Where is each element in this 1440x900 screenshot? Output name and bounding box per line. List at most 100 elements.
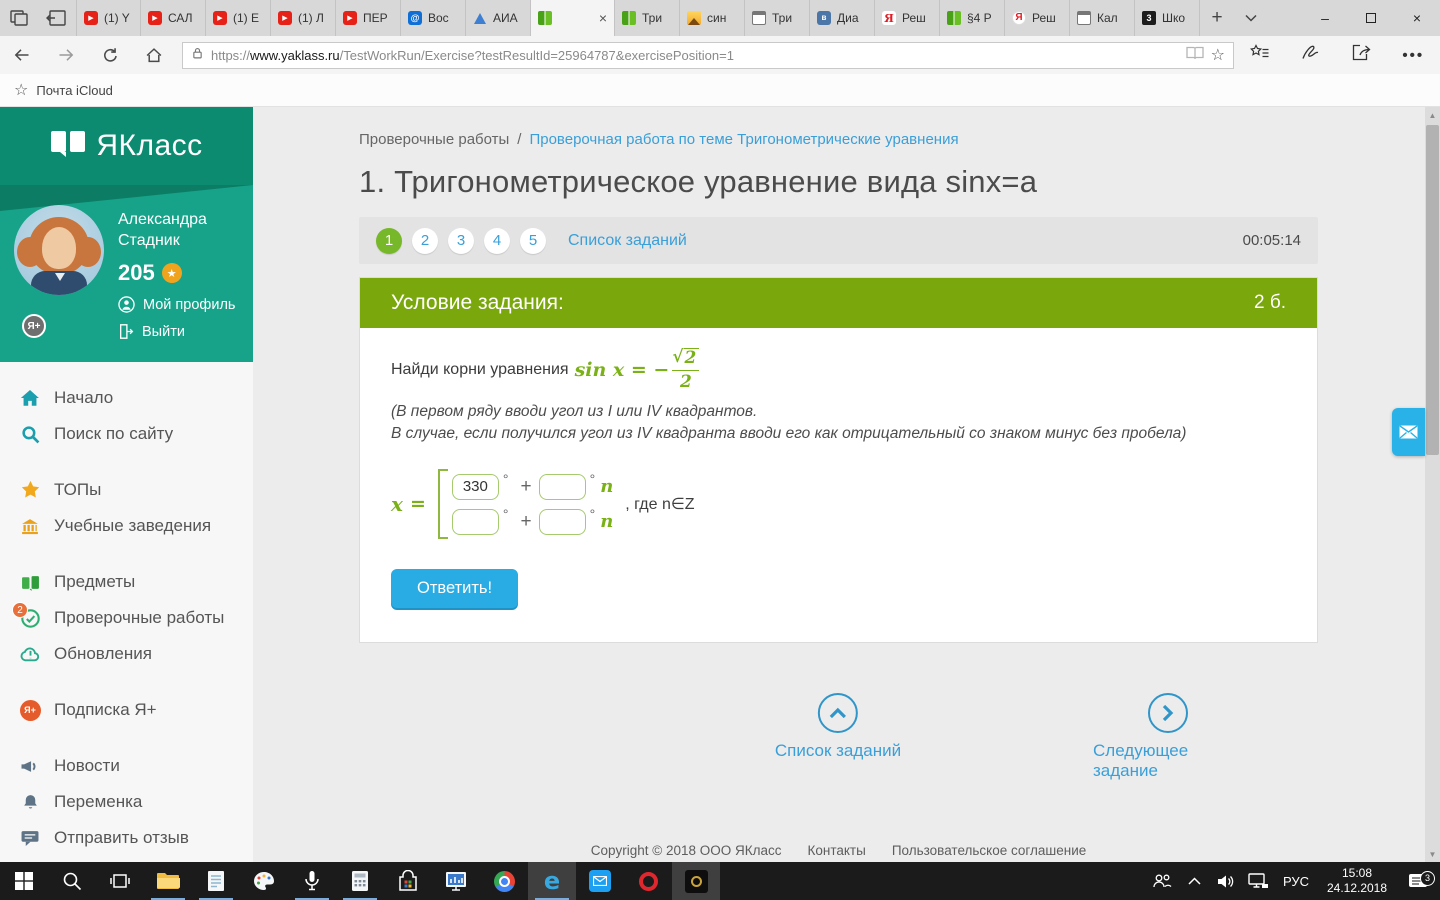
- browser-tab[interactable]: ▶ (1) Л: [271, 0, 336, 36]
- refresh-button[interactable]: [88, 47, 132, 64]
- sidebar-item-tops[interactable]: ТОПы: [0, 472, 253, 508]
- browser-tab[interactable]: АИА: [466, 0, 531, 36]
- browser-tab[interactable]: 3 Шко: [1135, 0, 1200, 36]
- reading-view-icon[interactable]: [1186, 45, 1204, 65]
- task-number-1[interactable]: 1: [376, 227, 402, 254]
- sidebar-item-yaplus[interactable]: Я+ Подписка Я+: [0, 692, 253, 728]
- volume-icon[interactable]: [1210, 874, 1242, 889]
- back-button[interactable]: [0, 47, 44, 63]
- url-field[interactable]: https://www.yaklass.ru/TestWorkRun/Exerc…: [182, 41, 1234, 69]
- sidebar-item-break[interactable]: Переменка: [0, 784, 253, 820]
- task-number-4[interactable]: 4: [484, 227, 510, 254]
- scroll-down-arrow[interactable]: ▼: [1425, 846, 1440, 862]
- answer-button[interactable]: Ответить!: [391, 569, 519, 609]
- settings-more-icon[interactable]: •••: [1402, 47, 1424, 64]
- browser-tab[interactable]: Я Реш: [1005, 0, 1070, 36]
- browser-tab[interactable]: Кал: [1070, 0, 1135, 36]
- task-navigation-bar: 1 2 3 4 5 Список заданий 00:05:14: [359, 217, 1318, 264]
- browser-tab[interactable]: Я Реш: [875, 0, 940, 36]
- sidebar-item-schools[interactable]: Учебные заведения: [0, 508, 253, 544]
- voice-recorder-icon[interactable]: [288, 862, 336, 900]
- browser-tab[interactable]: ▶ САЛ: [141, 0, 206, 36]
- tabs-preview-icon[interactable]: [46, 10, 66, 26]
- hidden-icons-chevron[interactable]: [1178, 877, 1210, 885]
- window-minimize-button[interactable]: –: [1302, 0, 1348, 36]
- sidebar-item-tests[interactable]: 2 Проверочные работы: [0, 600, 253, 636]
- sidebar-item-home[interactable]: Начало: [0, 380, 253, 416]
- task-view-icon[interactable]: [96, 862, 144, 900]
- sidebar-item-updates[interactable]: Обновления: [0, 636, 253, 672]
- contacts-link[interactable]: Контакты: [808, 843, 866, 858]
- network-icon[interactable]: [1242, 872, 1274, 890]
- task-list-link[interactable]: Список заданий: [568, 232, 687, 250]
- right-chevron-icon: [1148, 693, 1188, 734]
- notepad-icon[interactable]: [192, 862, 240, 900]
- browser-tab[interactable]: ▶ (1) Y: [76, 0, 141, 36]
- breadcrumb-current-link[interactable]: Проверочная работа по теме Тригонометрич…: [529, 131, 958, 148]
- task-number-3[interactable]: 3: [448, 227, 474, 254]
- browser-tab[interactable]: ▶ ПЕР: [336, 0, 401, 36]
- angle-input-1[interactable]: [451, 473, 499, 500]
- browser-tab[interactable]: Три: [615, 0, 680, 36]
- my-profile-link[interactable]: Мой профиль: [118, 296, 235, 313]
- logout-link[interactable]: Выйти: [118, 323, 235, 340]
- sidebar-item-search[interactable]: Поиск по сайту: [0, 416, 253, 452]
- browser-tab[interactable]: @ Вос: [401, 0, 466, 36]
- avatar[interactable]: [14, 205, 104, 295]
- angle-input-2[interactable]: [451, 508, 499, 535]
- start-button[interactable]: [0, 862, 48, 900]
- paint-icon[interactable]: [240, 862, 288, 900]
- mail-app-icon[interactable]: [576, 862, 624, 900]
- school-favicon: 3: [1142, 11, 1156, 25]
- language-indicator[interactable]: РУС: [1274, 874, 1318, 889]
- chrome-icon[interactable]: [480, 862, 528, 900]
- period-input-1[interactable]: [538, 473, 586, 500]
- add-favorite-star-icon[interactable]: ☆: [1211, 45, 1225, 65]
- page-scrollbar[interactable]: ▲ ▼: [1425, 107, 1440, 862]
- sidebar-item-news[interactable]: Новости: [0, 748, 253, 784]
- breadcrumb-root[interactable]: Проверочные работы: [359, 131, 509, 148]
- forward-button[interactable]: [44, 47, 88, 63]
- set-tabs-aside-icon[interactable]: [10, 10, 28, 26]
- new-tab-button[interactable]: +: [1200, 0, 1234, 36]
- browser-tab[interactable]: Три: [745, 0, 810, 36]
- file-explorer-icon[interactable]: [144, 862, 192, 900]
- tab-close-icon[interactable]: ×: [599, 11, 607, 25]
- scrollbar-thumb[interactable]: [1426, 125, 1439, 455]
- bookmark-item[interactable]: Почта iCloud: [36, 83, 113, 98]
- edge-taskbar-icon[interactable]: e: [528, 862, 576, 900]
- window-close-button[interactable]: ×: [1394, 0, 1440, 36]
- browser-tab[interactable]: ▶ (1) Е: [206, 0, 271, 36]
- agreement-link[interactable]: Пользовательское соглашение: [892, 843, 1086, 858]
- tab-list-dropdown-icon[interactable]: [1234, 0, 1268, 36]
- action-center-icon[interactable]: 3: [1396, 870, 1440, 890]
- edge-browser-window: ▶ (1) Y ▶ САЛ ▶ (1) Е ▶ (1) Л ▶ ПЕР @ Вос АИА …: [0, 0, 1440, 900]
- scroll-up-arrow[interactable]: ▲: [1425, 107, 1440, 123]
- opera-icon[interactable]: [624, 862, 672, 900]
- feedback-mail-button[interactable]: [1392, 408, 1425, 456]
- clock[interactable]: 15:08 24.12.2018: [1318, 866, 1396, 896]
- favorites-hub-icon[interactable]: [1249, 44, 1270, 66]
- share-icon[interactable]: [1352, 44, 1371, 66]
- browser-tab-active-yaklass[interactable]: ×: [531, 0, 615, 36]
- browser-tab[interactable]: в Диа: [810, 0, 875, 36]
- web-note-pen-icon[interactable]: [1301, 44, 1320, 66]
- browser-tab[interactable]: син: [680, 0, 745, 36]
- dark-app-icon[interactable]: [672, 862, 720, 900]
- sidebar-item-feedback[interactable]: Отправить отзыв: [0, 820, 253, 856]
- calculator-icon[interactable]: [336, 862, 384, 900]
- task-number-5[interactable]: 5: [520, 227, 546, 254]
- task-list-bottom-link[interactable]: Список заданий: [775, 693, 901, 761]
- period-input-2[interactable]: [538, 508, 586, 535]
- taskbar-search-icon[interactable]: [48, 862, 96, 900]
- people-icon[interactable]: [1146, 873, 1178, 889]
- presentation-icon[interactable]: [432, 862, 480, 900]
- home-button[interactable]: [132, 47, 176, 64]
- sidebar-item-subjects[interactable]: Предметы: [0, 564, 253, 600]
- microsoft-store-icon[interactable]: [384, 862, 432, 900]
- browser-tab[interactable]: §4 Р: [940, 0, 1005, 36]
- task-number-2[interactable]: 2: [412, 227, 438, 254]
- next-task-link[interactable]: Следующее задание: [1093, 693, 1243, 781]
- window-maximize-button[interactable]: [1348, 0, 1394, 36]
- yaklass-logo[interactable]: ЯКласс: [0, 107, 253, 185]
